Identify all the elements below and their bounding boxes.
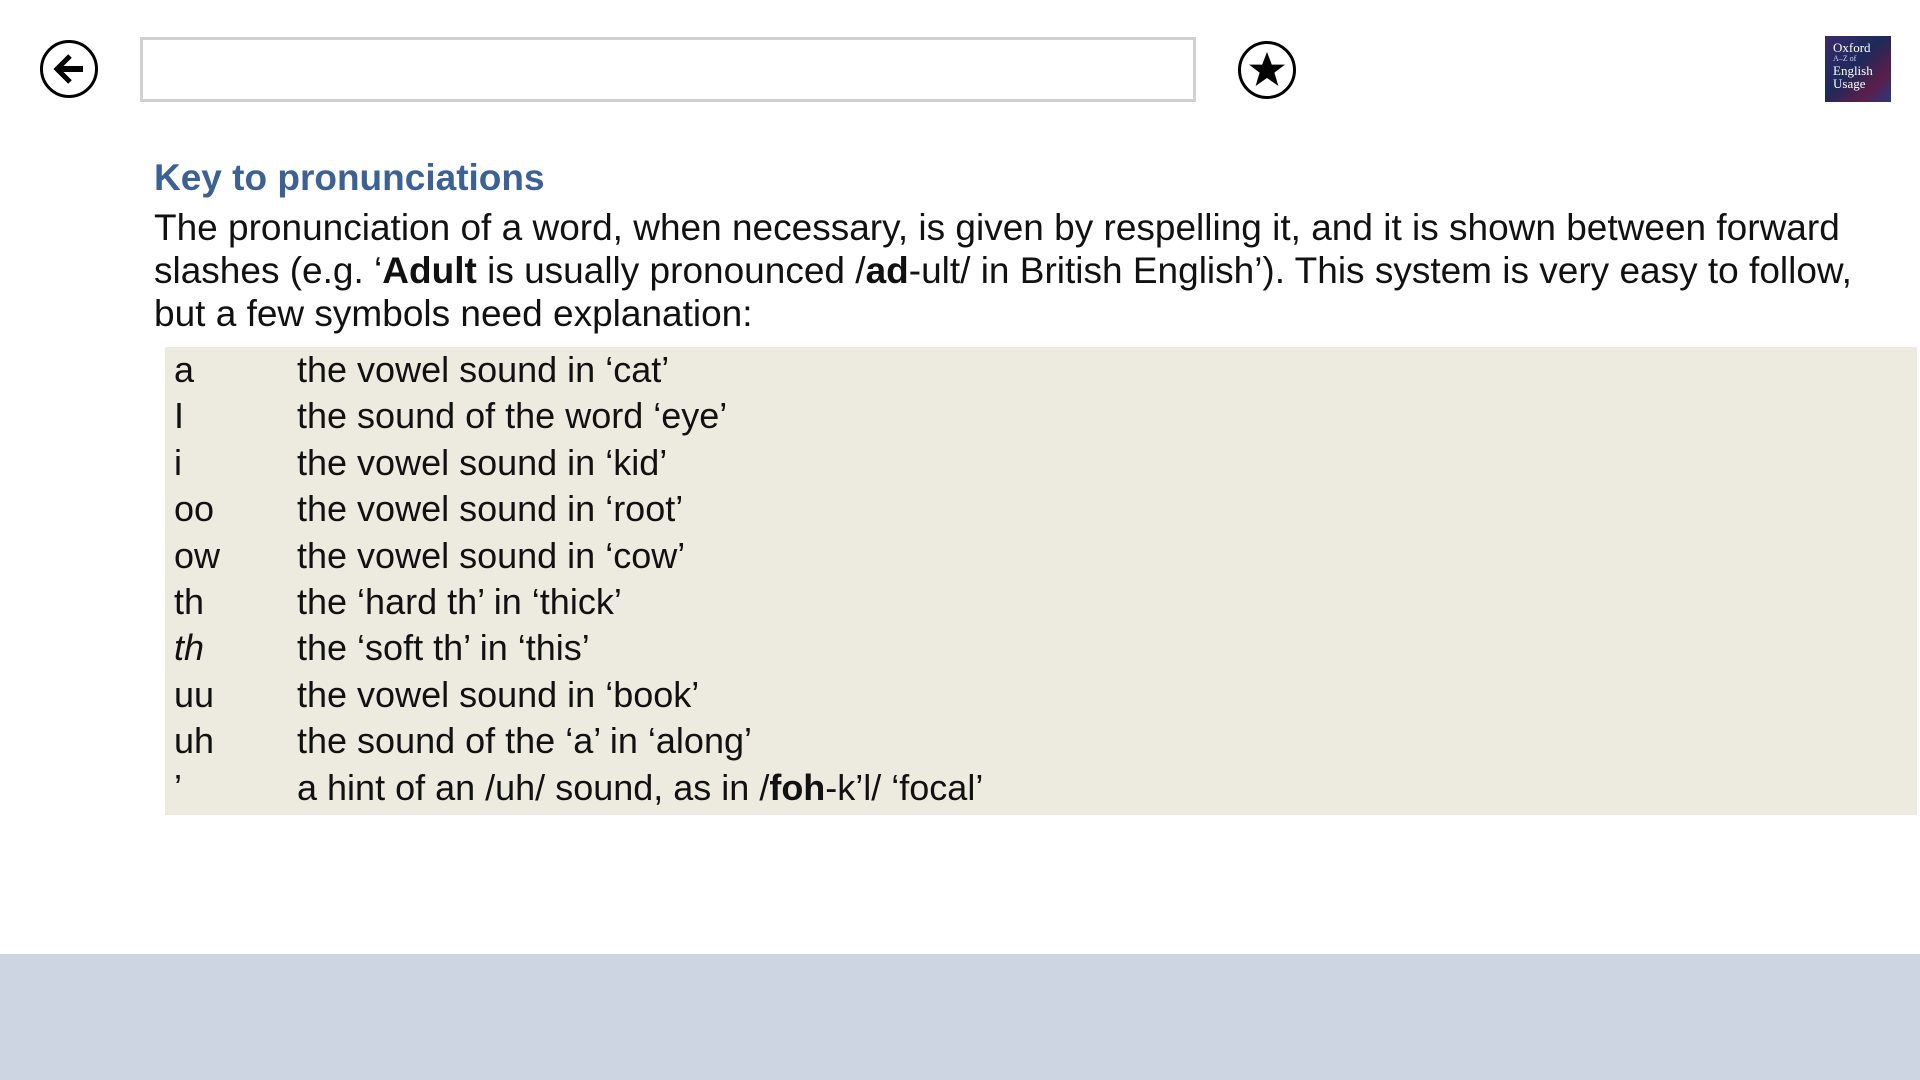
key-description: the vowel sound in ‘book’ <box>297 673 700 715</box>
key-symbol: ’ <box>174 766 182 808</box>
key-symbol: oo <box>174 488 215 530</box>
key-description: the vowel sound in ‘cow’ <box>297 534 686 576</box>
key-description-text-2: -k’l/ ‘focal’ <box>825 766 984 808</box>
key-symbol: uh <box>174 720 215 762</box>
key-row: th the ‘soft th’ in ‘this’ <box>165 625 1917 671</box>
key-description: the vowel sound in ‘kid’ <box>297 441 668 483</box>
key-symbol: ow <box>174 534 221 576</box>
intro-bold-ad: ad <box>865 250 909 291</box>
key-row: uu the vowel sound in ‘book’ <box>165 672 1917 718</box>
key-row: i the vowel sound in ‘kid’ <box>165 440 1917 486</box>
logo-line-1: Oxford <box>1833 40 1871 55</box>
app-window: Oxford A–Z of English Usage Key to pronu… <box>0 0 1920 1080</box>
key-row: th the ‘hard th’ in ‘thick’ <box>165 579 1917 625</box>
intro-text-2: is usually pronounced / <box>476 250 866 291</box>
star-icon <box>1249 52 1285 86</box>
intro-bold-adult: Adult <box>382 250 477 291</box>
arrow-left-icon <box>53 54 83 84</box>
key-row: oo the vowel sound in ‘root’ <box>165 486 1917 532</box>
back-button[interactable] <box>40 40 98 98</box>
key-description: the sound of the ‘a’ in ‘along’ <box>297 720 752 762</box>
key-symbol: a <box>174 349 195 390</box>
bottom-app-bar <box>0 954 1920 1080</box>
key-description: the vowel sound in ‘root’ <box>297 488 684 530</box>
key-symbol: I <box>174 395 185 437</box>
key-symbol-italic: th <box>174 627 205 669</box>
key-description-bold: foh <box>769 766 826 808</box>
page-title: Key to pronunciations <box>154 157 545 198</box>
key-description: a hint of an /uh/ sound, as in /foh-k’l/… <box>297 765 983 811</box>
key-row: I the sound of the word ‘eye’ <box>165 393 1917 439</box>
key-description: the vowel sound in ‘cat’ <box>297 349 670 390</box>
intro-paragraph: The pronunciation of a word, when necess… <box>154 206 1894 335</box>
key-description-text-1: a hint of an /uh/ sound, as in / <box>297 766 770 808</box>
key-symbol: th <box>174 580 205 622</box>
favorite-button[interactable] <box>1238 41 1296 99</box>
key-row: a the vowel sound in ‘cat’ <box>165 347 1917 393</box>
key-description: the ‘soft th’ in ‘this’ <box>297 627 590 669</box>
key-row: ’ a hint of an /uh/ sound, as in /foh-k’… <box>165 765 1917 811</box>
key-symbol: uu <box>174 673 215 715</box>
key-symbol: i <box>174 441 182 483</box>
logo-line-2: A–Z of <box>1833 54 1857 63</box>
oxford-usage-logo: Oxford A–Z of English Usage <box>1825 36 1891 102</box>
article-content: Key to pronunciations The pronunciation … <box>154 150 1894 335</box>
key-row: uh the sound of the ‘a’ in ‘along’ <box>165 718 1917 764</box>
search-input[interactable] <box>140 37 1196 102</box>
key-row: ow the vowel sound in ‘cow’ <box>165 533 1917 579</box>
key-description: the ‘hard th’ in ‘thick’ <box>297 580 622 622</box>
pronunciation-key-table: a the vowel sound in ‘cat’ I the sound o… <box>165 347 1917 815</box>
key-description: the sound of the word ‘eye’ <box>297 395 728 437</box>
logo-line-4: Usage <box>1833 76 1866 91</box>
